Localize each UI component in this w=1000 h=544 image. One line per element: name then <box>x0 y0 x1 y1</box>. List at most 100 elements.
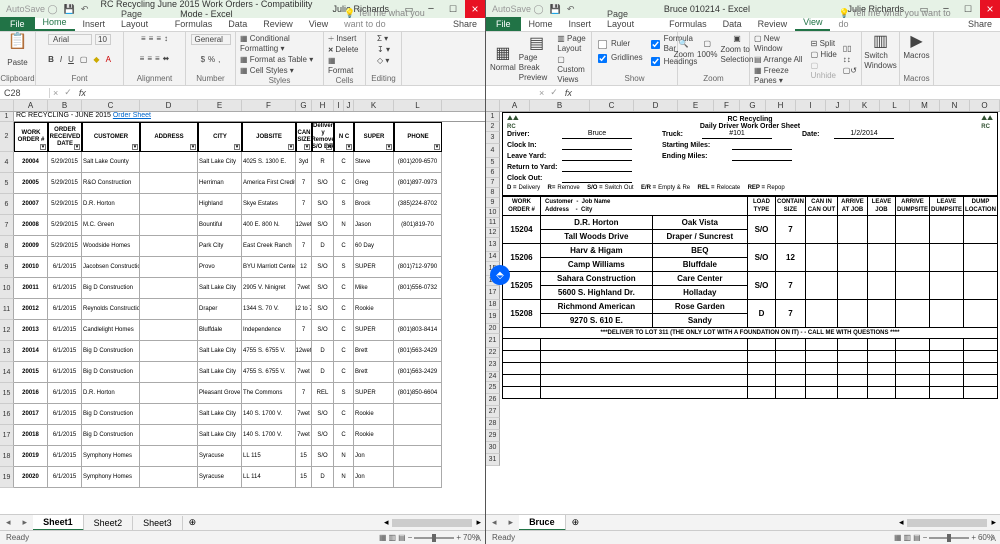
th-cust[interactable]: Customer - Job NameAddress - City <box>541 197 748 216</box>
zoom-out-icon[interactable]: − <box>923 533 928 542</box>
format-cells[interactable]: ▦ Format <box>328 56 361 76</box>
hide-btn[interactable]: ▢ Hide <box>811 50 839 60</box>
customviews-btn[interactable]: ▢ Custom Views <box>557 55 587 85</box>
load-cell[interactable]: S/O <box>747 216 775 244</box>
row-head-22[interactable]: 22 <box>486 348 500 358</box>
zoom-in-icon[interactable]: + <box>971 533 976 542</box>
wo-cell[interactable]: 15208 <box>503 300 541 328</box>
maximize-button[interactable] <box>443 0 463 18</box>
col-head-K[interactable]: K <box>850 100 880 111</box>
share-button[interactable]: Share <box>445 17 485 31</box>
col-head-L[interactable]: L <box>394 100 442 111</box>
save-icon[interactable]: 💾 <box>550 4 561 15</box>
can-cell[interactable] <box>805 272 837 300</box>
tab-pagelayout[interactable]: Page Layout <box>113 7 167 31</box>
sidebyside-icon[interactable]: ▯▯ <box>843 44 857 54</box>
cust-cell[interactable]: Harv & Higam <box>541 244 653 258</box>
date-value[interactable]: 1/2/2014 <box>834 130 894 139</box>
th-lvjob[interactable]: LEAVEJOB <box>867 197 895 216</box>
dumploc-cell[interactable] <box>964 272 998 300</box>
tab-data[interactable]: Data <box>220 17 255 31</box>
size-cell[interactable]: 12 <box>775 244 805 272</box>
zoom-100-icon[interactable]: ▢ <box>704 39 712 49</box>
close-button[interactable] <box>980 0 1000 18</box>
lvdump-cell[interactable] <box>929 300 963 328</box>
table-row[interactable]: 20016 6/1/2015 D.R. Horton Pleasant Grov… <box>14 383 485 404</box>
tab-view[interactable]: View <box>301 17 336 31</box>
size-cell[interactable]: 7 <box>775 272 805 300</box>
row-head-12[interactable]: 12 <box>0 320 14 341</box>
fn-cancel-icon[interactable]: × <box>50 88 61 98</box>
sheet-tab-3[interactable]: Sheet3 <box>133 516 183 530</box>
wrap-icon[interactable]: ↕ <box>164 34 168 43</box>
tab-insert[interactable]: Insert <box>561 17 600 31</box>
fx-icon[interactable]: fx <box>75 88 90 98</box>
arrjob-cell[interactable] <box>837 216 867 244</box>
tab-formulas[interactable]: Formulas <box>167 17 221 31</box>
header-9[interactable]: SUPER▾ <box>354 122 394 152</box>
table-row[interactable]: 20004 5/29/2015 Salt Lake County Salt La… <box>14 152 485 173</box>
city-cell[interactable]: Bluffdale <box>652 258 747 272</box>
switch-windows-icon[interactable]: ▥ <box>873 34 888 50</box>
fill-icon[interactable]: ◆ <box>93 55 99 64</box>
paste-icon[interactable]: 📋 <box>8 34 28 50</box>
row-head-1[interactable]: 1 <box>0 112 14 122</box>
header-5[interactable]: JOBSITE▾ <box>242 122 296 152</box>
city-cell[interactable]: Draper / Suncrest <box>652 230 747 244</box>
row-head-2[interactable]: 2 <box>0 122 14 152</box>
fx-icon[interactable]: fx <box>561 88 576 98</box>
sheet-nav-prev[interactable]: ◂ <box>486 517 503 528</box>
row-head-17[interactable]: 17 <box>0 425 14 446</box>
table-row[interactable]: 20012 6/1/2015 Reynolds Construction Dra… <box>14 299 485 320</box>
load-cell[interactable]: S/O <box>747 244 775 272</box>
col-head-N[interactable]: N <box>940 100 970 111</box>
ruler-check[interactable]: Ruler <box>596 38 643 51</box>
arrdump-cell[interactable] <box>895 300 929 328</box>
clockin-value[interactable] <box>562 141 632 150</box>
split-btn[interactable]: ⊟ Split <box>811 39 839 49</box>
dumploc-cell[interactable] <box>964 244 998 272</box>
header-4[interactable]: CITY▾ <box>198 122 242 152</box>
row-head-5[interactable]: 5 <box>0 173 14 194</box>
header-7[interactable]: Deliver y Remove S/O E/R▾ <box>312 122 334 152</box>
hscroll-right[interactable]: ▸ <box>472 517 485 528</box>
fn-cancel-icon[interactable]: × <box>536 88 547 98</box>
clockout-value[interactable] <box>562 174 632 183</box>
italic-icon[interactable]: I <box>60 55 62 64</box>
col-head-A[interactable]: A <box>14 100 48 111</box>
sheet-tab-1[interactable]: Sheet1 <box>33 515 84 531</box>
col-head-H[interactable]: H <box>312 100 334 111</box>
arrjob-cell[interactable] <box>837 272 867 300</box>
new-window-btn[interactable]: ▢ New Window <box>754 34 807 54</box>
name-box[interactable]: C28 <box>0 88 50 98</box>
endmiles-value[interactable] <box>732 152 792 161</box>
zoom-in-icon[interactable]: + <box>456 533 461 542</box>
can-cell[interactable] <box>805 244 837 272</box>
col-head-G[interactable]: G <box>296 100 312 111</box>
table-row[interactable]: 20007 5/29/2015 D.R. Horton Highland Sky… <box>14 194 485 215</box>
addr-cell[interactable]: Tall Woods Drive <box>541 230 653 244</box>
fontcolor-icon[interactable]: A <box>106 55 111 64</box>
hscroll-left[interactable]: ◂ <box>895 517 908 528</box>
row-head-19[interactable]: 19 <box>486 310 500 324</box>
row-head-16[interactable]: 16 <box>0 404 14 425</box>
arrjob-cell[interactable] <box>837 244 867 272</box>
add-sheet-icon[interactable]: ⊕ <box>183 517 203 528</box>
col-head-F[interactable]: F <box>242 100 296 111</box>
view-pagebreak-icon[interactable]: ▤ <box>398 533 406 542</box>
lvdump-cell[interactable] <box>929 244 963 272</box>
cust-cell[interactable]: D.R. Horton <box>541 216 653 230</box>
row-head-28[interactable]: 28 <box>486 418 500 430</box>
row-head-24[interactable]: 24 <box>486 372 500 382</box>
col-head-M[interactable]: M <box>910 100 940 111</box>
row-head-11[interactable]: 11 <box>0 299 14 320</box>
arrdump-cell[interactable] <box>895 244 929 272</box>
row-head-11[interactable]: 11 <box>486 218 500 228</box>
city-cell[interactable]: Sandy <box>652 314 747 328</box>
lvdump-cell[interactable] <box>929 216 963 244</box>
size-cell[interactable]: 7 <box>775 216 805 244</box>
align-l-icon[interactable]: ≡ <box>140 54 145 63</box>
row-head-25[interactable]: 25 <box>486 382 500 394</box>
wo-cell[interactable]: 15206 <box>503 244 541 272</box>
row-head-15[interactable]: 15 <box>0 383 14 404</box>
